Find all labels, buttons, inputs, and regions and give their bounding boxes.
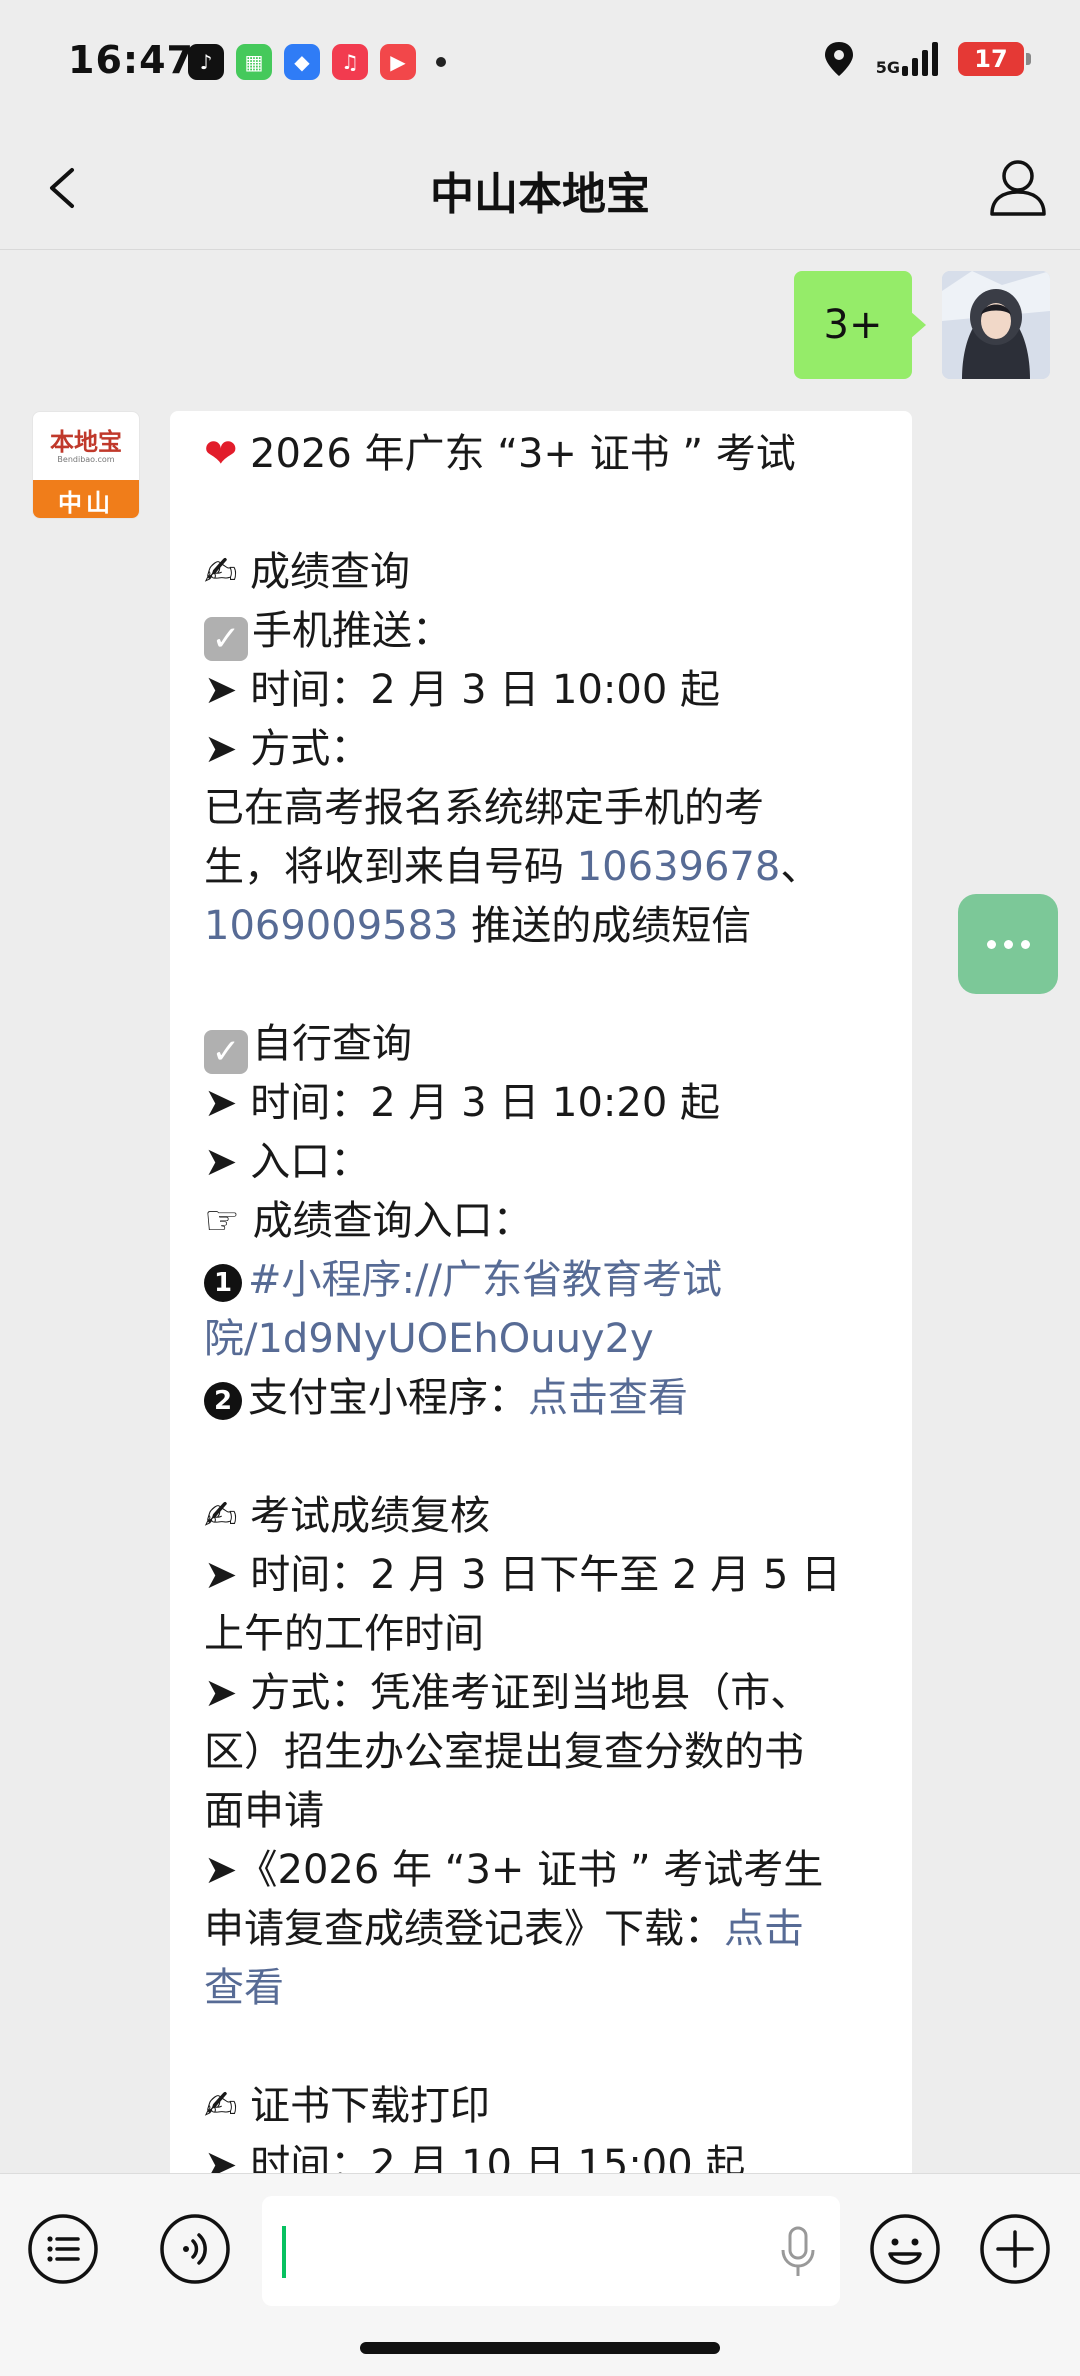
more-options-button[interactable] bbox=[958, 894, 1058, 994]
writing-hand-icon: ✍ bbox=[204, 549, 238, 595]
message-heading: ❤ 2026 年广东 “3+ 证书 ” 考试 bbox=[204, 425, 882, 484]
chat-title: 中山本地宝 bbox=[430, 169, 650, 220]
text-cursor bbox=[282, 2226, 286, 2278]
list-menu-icon bbox=[28, 2214, 98, 2284]
signal-icon bbox=[902, 42, 938, 76]
number-two-icon: 2 bbox=[204, 1382, 242, 1420]
entry-title-line: ☞ 成绩查询入口： bbox=[204, 1198, 533, 1244]
checkbox-icon: ✓ bbox=[204, 617, 248, 661]
mini-program-link-line-1: 1 #小程序://广东省教育考试 bbox=[204, 1251, 882, 1310]
push-desc-line-3: 1069009583 推送的成绩短信 bbox=[204, 903, 752, 949]
my-message-row: 3+ bbox=[794, 271, 1050, 379]
received-message-bubble[interactable]: ❤ 2026 年广东 “3+ 证书 ” 考试 ✍ 成绩查询 ✓ 手机推送： ➤ 时间：… bbox=[170, 411, 912, 2173]
menu-button[interactable] bbox=[26, 2212, 100, 2286]
number-one-icon: 1 bbox=[204, 1264, 242, 1302]
push-desc-line-1: 已在高考报名系统绑定手机的考 bbox=[204, 785, 764, 831]
battery-level: 17 bbox=[974, 45, 1008, 73]
review-method-line-1: ➤ 方式：凭准考证到当地县（市、 bbox=[204, 1670, 811, 1716]
logo-text: 本地宝 bbox=[50, 427, 122, 456]
sender-logo: 本地宝 Bendibao.com bbox=[33, 412, 139, 480]
review-time-line-2: 上午的工作时间 bbox=[204, 1611, 484, 1657]
tiktok-icon: ♪ bbox=[188, 44, 224, 80]
self-query-title: ✓ 自行查询 bbox=[204, 1015, 882, 1074]
more-notifications-dot bbox=[436, 57, 446, 67]
section-review: ✍ 考试成绩复核 bbox=[204, 1487, 882, 1546]
microphone-icon[interactable] bbox=[778, 2226, 818, 2278]
my-message-bubble[interactable]: 3+ bbox=[794, 271, 926, 379]
push-method-line: ➤ 方式： bbox=[204, 726, 371, 772]
grid-app-icon: ▦ bbox=[236, 44, 272, 80]
phone-number-link-1[interactable]: 10639678 bbox=[577, 844, 781, 890]
status-time: 16:47 bbox=[68, 38, 194, 82]
notification-apps: ♪ ▦ ◆ ♫ ▶ bbox=[188, 44, 446, 80]
status-bar: 16:47 ♪ ▦ ◆ ♫ ▶ 5G 17 bbox=[0, 0, 1080, 128]
heart-icon: ❤ bbox=[204, 431, 238, 477]
checkbox-icon: ✓ bbox=[204, 1030, 248, 1074]
plus-button[interactable] bbox=[978, 2212, 1052, 2286]
dot-icon bbox=[986, 939, 996, 949]
phone-push-title: ✓ 手机推送： bbox=[204, 602, 882, 661]
my-avatar[interactable] bbox=[942, 271, 1050, 379]
avatar-photo bbox=[942, 271, 1050, 379]
form-line-2: 申请复查成绩登记表》下载：点击 bbox=[204, 1906, 804, 1952]
profile-button[interactable] bbox=[984, 152, 1052, 224]
nav-bar: 中山本地宝 bbox=[0, 128, 1080, 250]
logo-url: Bendibao.com bbox=[57, 454, 115, 464]
mini-program-link-cont[interactable]: 院/1d9NyUOEhOuuy2y bbox=[204, 1316, 654, 1362]
my-message-text: 3+ bbox=[823, 302, 883, 348]
entry-line: ➤ 入口： bbox=[204, 1139, 371, 1185]
battery-icon: 17 bbox=[958, 42, 1031, 76]
section-score-query: ✍ 成绩查询 bbox=[204, 543, 882, 602]
network-type: 5G bbox=[875, 58, 900, 77]
dot-icon bbox=[1020, 939, 1030, 949]
phone-number-link-2[interactable]: 1069009583 bbox=[204, 903, 459, 949]
alipay-line: 2 支付宝小程序：点击查看 bbox=[204, 1369, 882, 1428]
form-download-link-cont[interactable]: 查看 bbox=[204, 1965, 284, 2011]
music-app-icon: ♫ bbox=[332, 44, 368, 80]
dot-icon bbox=[1003, 939, 1013, 949]
chat-area[interactable]: 3+ 本地宝 Bendibao.com 中山 ❤ 2026 年广东 “3+ 证书 … bbox=[0, 251, 1080, 2173]
video-app-icon: ▶ bbox=[380, 44, 416, 80]
emoji-button[interactable] bbox=[868, 2212, 942, 2286]
self-time-line: ➤ 时间：2 月 3 日 10:20 起 bbox=[204, 1080, 720, 1126]
voice-wave-icon bbox=[160, 2214, 230, 2284]
cert-time-line: ➤ 时间：2 月 10 日 15:00 起 bbox=[204, 2142, 746, 2173]
person-icon bbox=[990, 160, 1046, 216]
logo-city: 中山 bbox=[33, 480, 139, 518]
alipay-view-link[interactable]: 点击查看 bbox=[528, 1375, 688, 1421]
plus-icon bbox=[980, 2214, 1050, 2284]
writing-hand-icon: ✍ bbox=[204, 1493, 238, 1539]
smiley-icon bbox=[870, 2214, 940, 2284]
location-icon bbox=[824, 42, 853, 76]
form-line-3: 查看 bbox=[204, 1959, 882, 2018]
home-indicator[interactable] bbox=[360, 2342, 720, 2354]
mini-program-link[interactable]: #小程序://广东省教育考试 bbox=[248, 1257, 722, 1303]
voice-mode-button[interactable] bbox=[158, 2212, 232, 2286]
review-time-line-1: ➤ 时间：2 月 3 日下午至 2 月 5 日 bbox=[204, 1552, 842, 1598]
push-desc-line-2: 生，将收到来自号码 10639678、 bbox=[204, 844, 821, 890]
status-right: 5G 17 bbox=[822, 40, 1031, 78]
section-cert: ✍ 证书下载打印 bbox=[204, 2077, 882, 2136]
mini-program-link-line-2: 院/1d9NyUOEhOuuy2y bbox=[204, 1310, 882, 1369]
form-line-1: ➤《2026 年 “3+ 证书 ” 考试考生 bbox=[204, 1847, 824, 1893]
form-download-link[interactable]: 点击 bbox=[724, 1906, 804, 1952]
writing-hand-icon: ✍ bbox=[204, 2083, 238, 2129]
review-method-line-2: 区）招生办公室提出复查分数的书 bbox=[204, 1729, 804, 1775]
compass-app-icon: ◆ bbox=[284, 44, 320, 80]
review-method-line-3: 面申请 bbox=[204, 1788, 324, 1834]
sender-avatar[interactable]: 本地宝 Bendibao.com 中山 bbox=[32, 411, 140, 519]
message-input[interactable] bbox=[262, 2196, 840, 2306]
push-time-line: ➤ 时间：2 月 3 日 10:00 起 bbox=[204, 667, 720, 713]
